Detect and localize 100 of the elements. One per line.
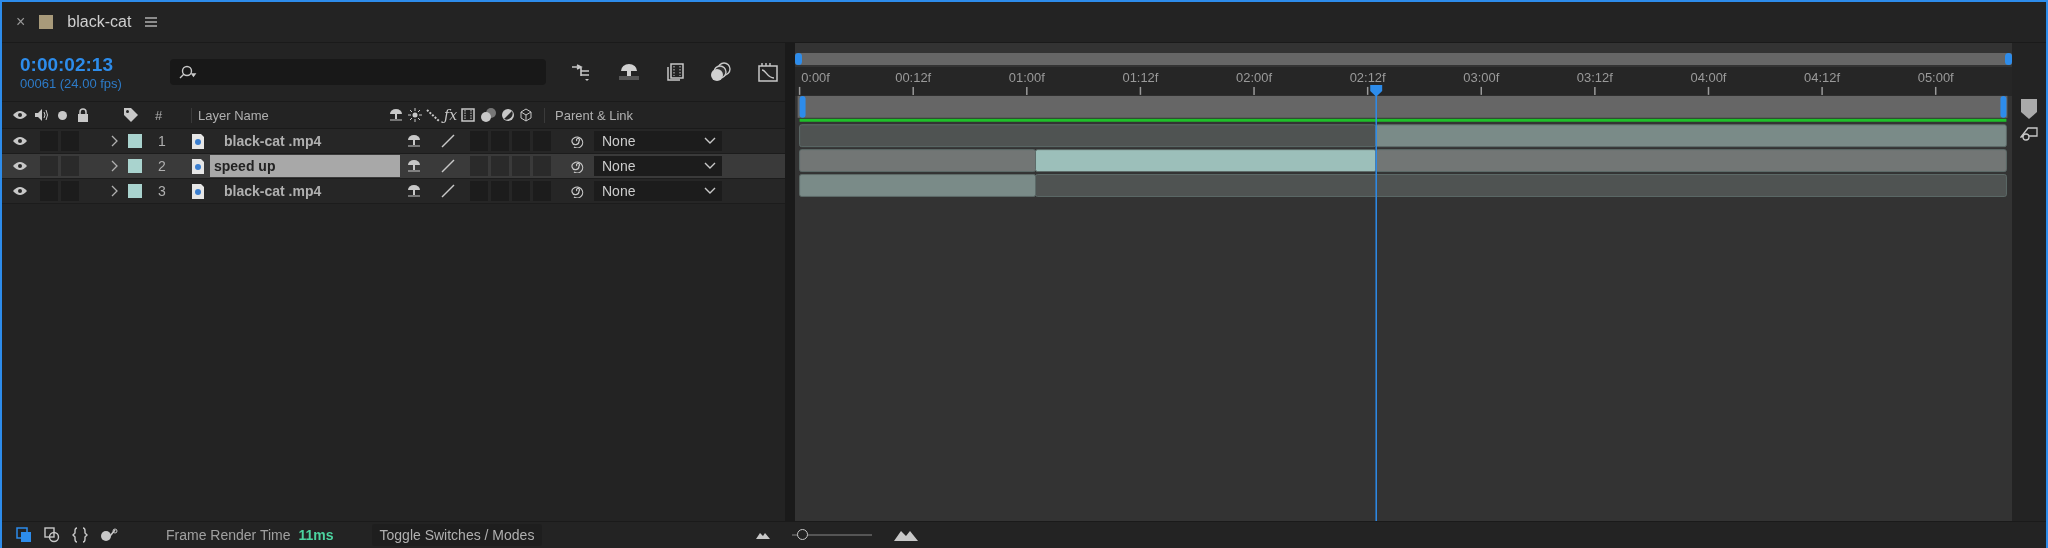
label-color-swatch[interactable] — [128, 159, 142, 173]
layer-row[interactable]: 1 black-cat .mp4 None — [2, 129, 785, 154]
adjustment-icon — [501, 108, 516, 122]
walking-figure-icon[interactable] — [100, 527, 118, 543]
ruler-label: 0:00f — [801, 69, 830, 85]
ruler-label: 02:12f — [1349, 69, 1386, 85]
ruler-label: 03:00f — [1463, 69, 1500, 85]
layer-name[interactable]: black-cat .mp4 — [210, 183, 400, 199]
ruler-tick — [1480, 86, 1482, 96]
column-header[interactable]: Layer Name — [191, 107, 382, 123]
graph-editor-icon[interactable] — [757, 62, 779, 82]
layer-track-bar[interactable] — [799, 174, 2007, 197]
shy-icon — [388, 108, 404, 122]
eye-icon[interactable] — [12, 186, 28, 196]
sun-icon — [408, 108, 422, 122]
chevron-icon[interactable] — [110, 160, 118, 172]
current-time[interactable]: 0:00:02:13 — [20, 53, 170, 76]
layer-track-bar[interactable] — [799, 124, 2007, 148]
ruler-label: 04:12f — [1804, 69, 1841, 85]
ruler-label: 01:12f — [1122, 69, 1159, 85]
frame-info: 00061 (24.00 fps) — [20, 75, 123, 91]
speaker-icon — [34, 108, 48, 122]
pick-whip-icon[interactable] — [570, 184, 584, 198]
eye-icon[interactable] — [12, 136, 28, 146]
pick-whip-icon[interactable] — [570, 134, 584, 148]
ruler-tick — [1026, 86, 1028, 96]
layer-number: 1 — [158, 133, 167, 149]
ruler-tick — [912, 86, 914, 96]
column-header: Parent & Link — [544, 107, 634, 123]
navigator-end-handle[interactable] — [2005, 53, 2012, 65]
ruler-label: 00:12f — [895, 69, 932, 85]
parent-dropdown[interactable]: None — [594, 131, 722, 151]
ruler-label: 01:00f — [1008, 69, 1045, 85]
braces-icon[interactable] — [72, 527, 88, 543]
shy-switch-icon[interactable] — [406, 159, 422, 173]
composition-swatch-icon — [39, 15, 54, 29]
ruler-label: 02:00f — [1236, 69, 1273, 85]
layer-name[interactable]: black-cat .mp4 — [210, 133, 400, 149]
menu-icon[interactable] — [145, 17, 158, 27]
ruler-tick — [1594, 86, 1596, 96]
film-icon — [461, 108, 476, 122]
work-area-end-handle[interactable] — [2000, 95, 2007, 118]
ruler-label: 03:12f — [1576, 69, 1613, 85]
layer-track-bar[interactable] — [799, 149, 2007, 172]
layer-name-input[interactable]: speed up — [210, 155, 400, 177]
layer-row[interactable]: 3 black-cat .mp4 None — [2, 179, 785, 204]
parent-dropdown[interactable]: None — [594, 181, 722, 201]
eye-icon[interactable] — [12, 161, 28, 171]
chevron-down-icon — [704, 137, 716, 145]
footage-file-icon — [192, 133, 204, 149]
solo-icon — [58, 110, 67, 120]
overlap-icon[interactable] — [44, 527, 60, 543]
zoom-in-icon[interactable] — [894, 529, 919, 541]
layer-number: 2 — [158, 158, 167, 174]
shy-layer-icon[interactable] — [618, 63, 640, 81]
layer-number: 3 — [158, 183, 167, 199]
zoom-out-icon[interactable] — [756, 531, 771, 539]
toggle-switches-button[interactable]: Toggle Switches / Modes — [371, 524, 543, 546]
frame-render-label: Frame Render Time — [166, 527, 291, 543]
navigator-start-handle[interactable] — [795, 53, 802, 65]
label-tag-icon — [123, 107, 139, 123]
shy-switch-icon[interactable] — [406, 184, 422, 198]
work-area-start-handle[interactable] — [799, 95, 806, 118]
label-color-swatch[interactable] — [128, 134, 142, 148]
shy-switch-icon[interactable] — [406, 134, 422, 148]
blur-icon — [479, 107, 498, 123]
motion-blur-icon[interactable] — [710, 62, 732, 82]
footage-file-icon — [192, 158, 204, 174]
ruler-tick — [1139, 86, 1142, 96]
quality-icon — [426, 108, 440, 122]
cube-icon — [519, 108, 534, 122]
work-area-bar[interactable] — [797, 95, 2008, 118]
visibility-icon — [12, 110, 28, 120]
render-time-value: 11ms — [298, 527, 334, 543]
playhead[interactable] — [1370, 84, 1383, 521]
ruler-tick — [1707, 86, 1710, 96]
ruler-tick — [1366, 86, 1369, 96]
layer-row[interactable]: 2 speed up None — [2, 154, 785, 179]
ruler-tick — [1821, 86, 1823, 96]
close-icon[interactable]: × — [16, 13, 26, 31]
ruler-tick — [1934, 86, 1937, 96]
footage-file-icon — [192, 183, 204, 199]
marker-icon[interactable] — [2021, 99, 2037, 119]
chevron-icon[interactable] — [110, 185, 118, 197]
comp-button-icon[interactable] — [2020, 125, 2038, 141]
ruler-label: 05:00f — [1917, 69, 1954, 85]
ruler-tick — [798, 86, 801, 96]
film-frames-icon[interactable] — [665, 63, 685, 81]
search-field[interactable] — [170, 59, 546, 85]
ruler-label: 04:00f — [1690, 69, 1727, 85]
parent-dropdown[interactable]: None — [594, 156, 722, 176]
label-color-swatch[interactable] — [128, 184, 142, 198]
ruler-tick — [1253, 86, 1255, 96]
tab-title[interactable]: black-cat — [67, 13, 132, 31]
lock-icon — [77, 108, 89, 122]
chevron-icon[interactable] — [110, 135, 118, 147]
pick-whip-icon[interactable] — [570, 159, 584, 173]
layers-icon[interactable] — [16, 527, 32, 543]
chevron-down-icon — [704, 187, 716, 195]
search-icon — [178, 65, 198, 79]
